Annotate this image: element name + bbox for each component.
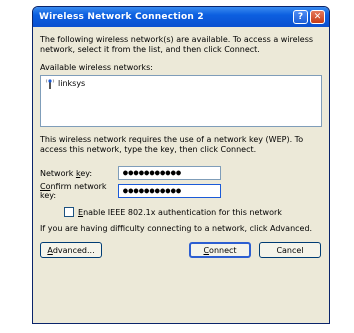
- help-text: If you are having difficulty connecting …: [40, 224, 313, 233]
- networks-list[interactable]: linksys: [40, 75, 322, 127]
- confirm-key-row: Confirm network key: ●●●●●●●●●●●: [40, 182, 322, 200]
- advanced-button[interactable]: Advanced...: [40, 242, 102, 258]
- wireless-antenna-icon: [45, 78, 55, 89]
- network-list-item[interactable]: linksys: [41, 76, 321, 91]
- cancel-button[interactable]: Cancel: [259, 242, 321, 258]
- ieee-checkbox-label[interactable]: Enable IEEE 802.1x authentication for th…: [78, 208, 282, 217]
- confirm-key-input[interactable]: ●●●●●●●●●●●: [118, 184, 221, 198]
- close-button[interactable]: ✕: [310, 10, 325, 24]
- wep-text: This wireless network requires the use o…: [40, 135, 304, 154]
- ieee-checkbox[interactable]: [64, 207, 74, 217]
- button-row: Advanced... Connect Cancel: [40, 242, 322, 266]
- help-icon: ?: [297, 12, 304, 22]
- network-key-label: Network key:: [40, 168, 93, 178]
- window-title: Wireless Network Connection 2: [39, 12, 204, 22]
- ieee-checkbox-row[interactable]: Enable IEEE 802.1x authentication for th…: [64, 206, 322, 218]
- connect-button[interactable]: Connect: [189, 242, 251, 258]
- title-bar[interactable]: Wireless Network Connection 2 ? ✕: [33, 7, 329, 27]
- intro-text: The following wireless network(s) are av…: [40, 35, 314, 54]
- wireless-connection-dialog: Wireless Network Connection 2 ? ✕ The fo…: [32, 6, 330, 324]
- help-button[interactable]: ?: [293, 10, 308, 24]
- dialog-body: The following wireless network(s) are av…: [33, 27, 329, 266]
- networks-label: Available wireless networks:: [40, 63, 153, 72]
- confirm-key-label: Confirm network key:: [40, 182, 107, 200]
- network-key-row: Network key: ●●●●●●●●●●●: [40, 164, 322, 182]
- network-key-input[interactable]: ●●●●●●●●●●●: [118, 166, 221, 180]
- close-icon: ✕: [313, 12, 322, 22]
- network-name: linksys: [58, 79, 86, 88]
